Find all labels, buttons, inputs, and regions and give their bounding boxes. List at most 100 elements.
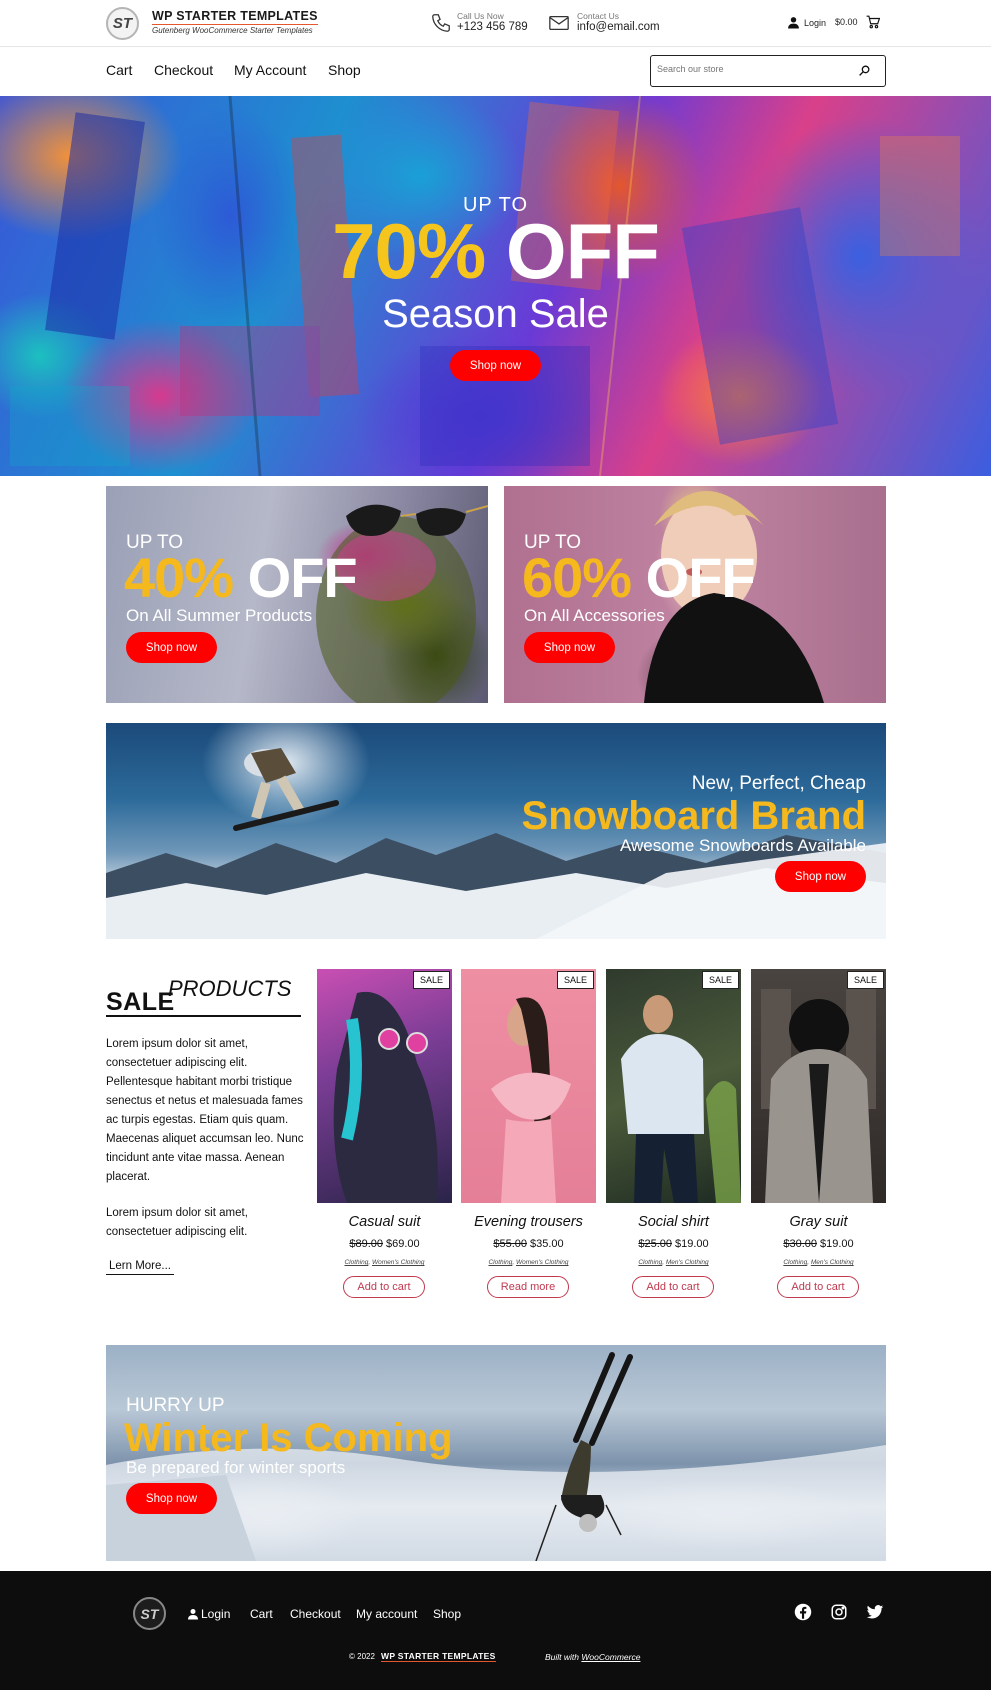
product-name[interactable]: Gray suit (751, 1214, 886, 1230)
login-label: Login (804, 17, 827, 28)
add-to-cart-button[interactable]: Add to cart (343, 1276, 425, 1298)
product-image-social-shirt[interactable]: SALE (606, 969, 741, 1203)
facebook-icon[interactable] (794, 1603, 812, 1621)
hero-percent: 70% (332, 207, 486, 295)
product-old-price: $55.00 (493, 1238, 527, 1250)
footer-built-with: Built with WooCommerce (545, 1652, 640, 1662)
hero-subtitle: Season Sale (382, 292, 609, 336)
product-old-price: $25.00 (638, 1238, 672, 1250)
promo-summer-shop-now-button[interactable]: Shop now (126, 632, 217, 663)
hero-off: OFF (505, 207, 660, 295)
product-category-link[interactable]: Clothing (783, 1259, 807, 1266)
nav-checkout[interactable]: Checkout (154, 62, 213, 78)
brand-title[interactable]: WP STARTER TEMPLATES (152, 9, 318, 25)
nav-shop[interactable]: Shop (328, 62, 361, 78)
product-new-price: $69.00 (386, 1238, 420, 1250)
product-category-link[interactable]: Women's Clothing (516, 1259, 569, 1266)
product-new-price: $35.00 (530, 1238, 564, 1250)
footer-nav-login-label: Login (201, 1607, 231, 1621)
promo-accessories: UP TO 60% OFF On All Accessories Shop no… (504, 486, 886, 703)
product-category-link[interactable]: Clothing (344, 1259, 368, 1266)
product-photo (333, 991, 438, 1203)
footer-nav-cart[interactable]: Cart (250, 1607, 273, 1621)
twitter-icon[interactable] (866, 1603, 884, 1621)
cart-icon[interactable] (866, 15, 880, 29)
sale-badge: SALE (556, 971, 594, 989)
product-old-price: $89.00 (349, 1238, 383, 1250)
add-to-cart-button[interactable]: Add to cart (632, 1276, 714, 1298)
sale-title-sup: PRODUCTS (168, 976, 292, 1001)
contact-value[interactable]: info@email.com (577, 21, 660, 33)
promo-summer-percent: 40% (124, 546, 234, 609)
product-name[interactable]: Casual suit (317, 1214, 452, 1230)
footer-brand-link[interactable]: WP STARTER TEMPLATES (381, 1651, 496, 1662)
product-category-link[interactable]: Clothing (638, 1259, 662, 1266)
snowboard-banner: New, Perfect, Cheap Snowboard Brand Awes… (106, 723, 886, 939)
brand-subtitle: Gutenberg WooCommerce Starter Templates (152, 26, 313, 35)
nav-cart[interactable]: Cart (106, 62, 132, 78)
product-image-casual-suit[interactable]: SALE (317, 969, 452, 1203)
product-categories: Clothing, Men's Clothing (783, 1259, 854, 1266)
product-name[interactable]: Social shirt (606, 1214, 741, 1230)
add-to-cart-button[interactable]: Add to cart (777, 1276, 859, 1298)
snowboard-headline: Snowboard Brand (521, 794, 866, 838)
winter-shop-now-button[interactable]: Shop now (126, 1483, 217, 1514)
contact-label: Contact Us (577, 11, 620, 21)
footer-built-prefix: Built with (545, 1652, 580, 1662)
instagram-icon[interactable] (830, 1603, 848, 1621)
sale-badge: SALE (412, 971, 450, 989)
product-categories: Clothing, Women's Clothing (344, 1259, 425, 1266)
nav-my-account[interactable]: My Account (234, 62, 306, 78)
footer-logo-text: ST (140, 1605, 159, 1622)
call-value[interactable]: +123 456 789 (457, 21, 528, 33)
product-image-evening-trousers[interactable]: SALE (461, 969, 596, 1203)
product-category-link[interactable]: Men's Clothing (811, 1259, 854, 1266)
product-name[interactable]: Evening trousers (461, 1214, 596, 1230)
snowboarder (233, 748, 339, 831)
winter-line3: Be prepared for winter sports (126, 1458, 346, 1477)
search-icon[interactable] (858, 64, 871, 77)
learn-more-link[interactable]: Lern More... (106, 1260, 174, 1275)
footer-nav-my-account[interactable]: My account (356, 1607, 417, 1621)
phone-icon (432, 14, 450, 32)
product-price: $25.00 $19.00 (606, 1238, 741, 1250)
sale-title: SALE PRODUCTS (106, 976, 291, 1017)
product-image-gray-suit[interactable]: SALE (751, 969, 886, 1203)
promo-accessories-off: OFF (645, 546, 756, 609)
product-photo (761, 989, 876, 1203)
winter-banner: HURRY UP Winter Is Coming Be prepared fo… (106, 1345, 886, 1561)
promo-summer: UP TO 40% OFF On All Summer Products Sho… (106, 486, 488, 703)
product-categories: Clothing, Women's Clothing (488, 1259, 569, 1266)
promo-summer-off: OFF (247, 546, 358, 609)
product-category-link[interactable]: Clothing (488, 1259, 512, 1266)
footer-nav-login[interactable]: Login (187, 1607, 230, 1621)
footer-logo[interactable]: ST (133, 1597, 166, 1630)
product-price: $55.00 $35.00 (461, 1238, 596, 1250)
promo-accessories-subtitle: On All Accessories (524, 606, 665, 625)
site-logo[interactable]: ST (106, 7, 139, 40)
product-photo (621, 995, 741, 1203)
search-box (650, 55, 886, 87)
search-input[interactable] (657, 64, 847, 74)
sale-title-main: SALE (106, 988, 175, 1016)
sale-paragraph-1: Lorem ipsum dolor sit amet, consectetuer… (106, 1038, 304, 1183)
footer-woocommerce-link[interactable]: WooCommerce (581, 1652, 640, 1662)
product-old-price: $30.00 (783, 1238, 817, 1250)
promo-summer-subtitle: On All Summer Products (126, 606, 313, 625)
site-logo-text: ST (112, 15, 133, 32)
winter-headline: Winter Is Coming (124, 1416, 453, 1460)
user-icon (188, 1609, 198, 1620)
product-category-link[interactable]: Women's Clothing (372, 1259, 425, 1266)
hero-shop-now-button[interactable]: Shop now (450, 350, 541, 381)
cart-amount[interactable]: $0.00 (835, 17, 858, 27)
footer-copyright: © 2022 (349, 1652, 375, 1661)
product-category-link[interactable]: Men's Clothing (666, 1259, 709, 1266)
footer-nav-checkout[interactable]: Checkout (290, 1607, 341, 1621)
product-photo (491, 997, 571, 1203)
footer-nav-shop[interactable]: Shop (433, 1607, 461, 1621)
snowboard-shop-now-button[interactable]: Shop now (775, 861, 866, 892)
login-link[interactable]: Login (787, 16, 826, 29)
user-icon (788, 17, 799, 29)
promo-accessories-shop-now-button[interactable]: Shop now (524, 632, 615, 663)
read-more-button[interactable]: Read more (487, 1276, 569, 1298)
